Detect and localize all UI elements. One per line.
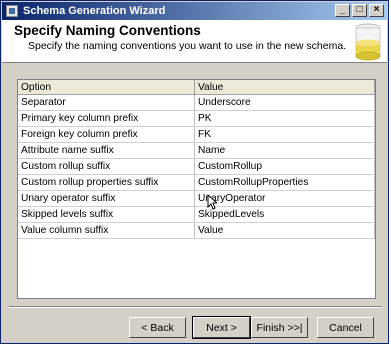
- table-row[interactable]: Primary key column prefix PK: [18, 110, 375, 127]
- back-button[interactable]: < Back: [129, 317, 186, 338]
- minimize-button[interactable]: _: [335, 4, 350, 17]
- table-row[interactable]: Separator Underscore: [18, 94, 375, 111]
- button-separator: [9, 306, 382, 308]
- option-cell: Custom rollup suffix: [18, 158, 195, 175]
- value-cell[interactable]: Value: [194, 222, 375, 239]
- property-table: Option Value Separator Underscore Primary …: [18, 80, 375, 239]
- title-bar[interactable]: Schema Generation Wizard _ □ ×: [2, 2, 387, 20]
- value-cell[interactable]: FK: [194, 126, 375, 143]
- table-row[interactable]: Custom rollup suffix CustomRollup: [18, 158, 375, 175]
- page-title: Specify Naming Conventions: [14, 23, 201, 38]
- mouse-cursor-icon: [207, 194, 217, 210]
- value-cell[interactable]: PK: [194, 110, 375, 127]
- app-icon: [6, 5, 18, 17]
- option-cell: Foreign key column prefix: [18, 126, 195, 143]
- wizard-header: Specify Naming Conventions Specify the n…: [2, 20, 387, 63]
- page-subtitle: Specify the naming conventions you want …: [28, 40, 347, 52]
- option-cell: Value column suffix: [18, 222, 195, 239]
- option-cell: Primary key column prefix: [18, 110, 195, 127]
- table-row[interactable]: Value column suffix Value: [18, 222, 375, 239]
- table-row[interactable]: Foreign key column prefix FK: [18, 126, 375, 143]
- value-cell[interactable]: SkippedLevels: [194, 206, 375, 223]
- table-row[interactable]: Skipped levels suffix SkippedLevels: [18, 206, 375, 223]
- value-cell[interactable]: UnaryOperator: [194, 190, 375, 207]
- cancel-button[interactable]: Cancel: [317, 317, 374, 338]
- value-cell[interactable]: Name: [194, 142, 375, 159]
- wizard-window: Schema Generation Wizard _ □ × Specify N…: [0, 0, 389, 344]
- finish-button[interactable]: Finish >>|: [251, 317, 308, 338]
- table-row[interactable]: Unary operator suffix UnaryOperator: [18, 190, 375, 207]
- option-cell: Separator: [18, 94, 195, 111]
- database-can-icon: [355, 23, 381, 61]
- maximize-button[interactable]: □: [352, 4, 367, 17]
- window-title: Schema Generation Wizard: [23, 5, 166, 17]
- value-cell[interactable]: Underscore: [194, 94, 375, 111]
- option-cell: Attribute name suffix: [18, 142, 195, 159]
- table-row[interactable]: Attribute name suffix Name: [18, 142, 375, 159]
- value-cell[interactable]: CustomRollup: [194, 158, 375, 175]
- column-header-value[interactable]: Value: [194, 80, 375, 95]
- table-row[interactable]: Custom rollup properties suffix CustomRol…: [18, 174, 375, 191]
- column-header-option[interactable]: Option: [18, 80, 195, 95]
- value-cell[interactable]: CustomRollupProperties: [194, 174, 375, 191]
- option-cell: Custom rollup properties suffix: [18, 174, 195, 191]
- option-cell: Skipped levels suffix: [18, 206, 195, 223]
- option-cell: Unary operator suffix: [18, 190, 195, 207]
- next-button[interactable]: Next >: [192, 316, 251, 339]
- close-button[interactable]: ×: [369, 4, 384, 17]
- naming-conventions-grid[interactable]: Option Value Separator Underscore Primary …: [17, 79, 376, 299]
